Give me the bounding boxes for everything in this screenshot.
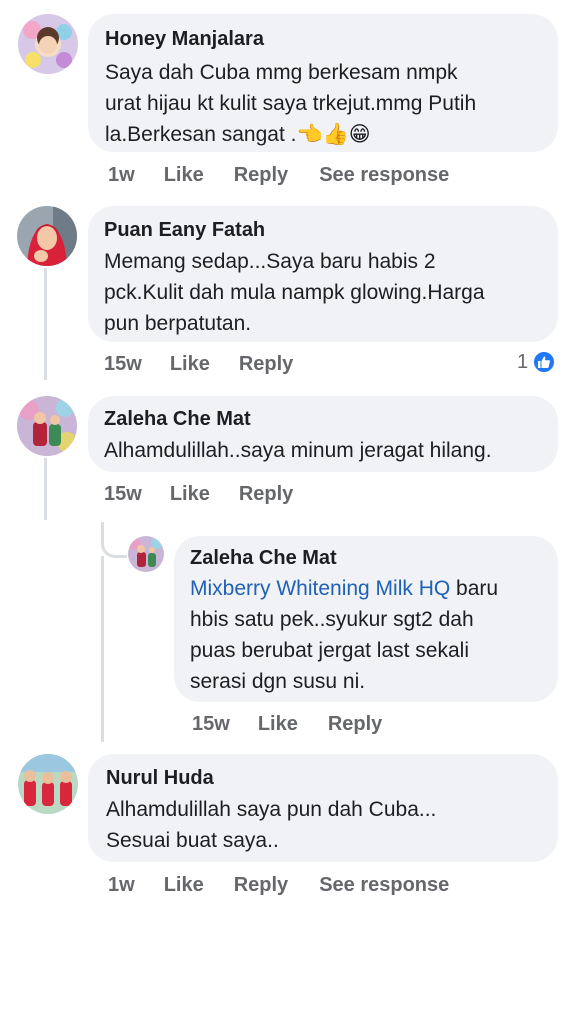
comment-actions: 15w Like Reply <box>104 353 293 376</box>
thread-line <box>44 268 47 380</box>
avatar[interactable] <box>18 754 78 814</box>
comment-author[interactable]: Puan Eany Fatah <box>104 219 265 242</box>
reply-line: hbis satu pek..syukur sgt2 dah <box>190 608 474 631</box>
comment-text: Alhamdulillah saya pun dah Cuba... Sesua… <box>106 794 436 856</box>
comment-line: pun berpatutan. <box>104 312 252 335</box>
comment-timestamp[interactable]: 15w <box>104 353 142 376</box>
reply-button[interactable]: Reply <box>239 353 293 376</box>
comment-line: Memang sedap...Saya baru habis 2 <box>104 250 436 273</box>
reply-button[interactable]: Reply <box>234 164 288 187</box>
comment-line: Alhamdulillah saya pun dah Cuba... <box>106 798 437 821</box>
reply-button[interactable]: Reply <box>328 713 382 736</box>
comment-author[interactable]: Nurul Huda <box>106 767 214 790</box>
avatar[interactable] <box>128 536 164 572</box>
reaction-summary[interactable]: 1 <box>517 350 557 374</box>
comment-line: Sesuai buat saya.. <box>106 829 279 852</box>
see-response-button[interactable]: See response <box>319 164 449 187</box>
see-response-button[interactable]: See response <box>319 874 449 897</box>
reply-first-line: Mixberry Whitening Milk HQ baru <box>190 573 498 604</box>
comment-line: urat hijau kt kulit saya trkejut.mmg Put… <box>105 92 477 115</box>
reply-line: serasi dgn susu ni. <box>190 670 366 693</box>
reply-actions: 15w Like Reply <box>192 713 382 736</box>
like-button[interactable]: Like <box>258 713 298 736</box>
avatar[interactable] <box>18 14 78 74</box>
comment-line: Alhamdulillah..saya minum jeragat hilang… <box>104 439 492 462</box>
reply-timestamp[interactable]: 15w <box>192 713 230 736</box>
mention-link[interactable]: Mixberry Whitening Milk HQ <box>190 577 450 600</box>
like-button[interactable]: Like <box>164 874 204 897</box>
comment-text: Alhamdulillah..saya minum jeragat hilang… <box>104 435 492 466</box>
avatar[interactable] <box>17 206 77 266</box>
reply-button[interactable]: Reply <box>234 874 288 897</box>
comment-author[interactable]: Honey Manjalara <box>105 28 264 51</box>
comment-actions: 15w Like Reply <box>104 483 293 506</box>
comment-timestamp[interactable]: 1w <box>108 164 135 187</box>
comment-line: Saya dah Cuba mmg berkesam nmpk <box>105 61 458 84</box>
comment-actions: 1w Like Reply See response <box>108 164 449 187</box>
avatar[interactable] <box>17 396 77 456</box>
comment-text: Saya dah Cuba mmg berkesam nmpk urat hij… <box>105 57 476 150</box>
reply-line-rest: baru <box>450 577 499 600</box>
comment-author[interactable]: Zaleha Che Mat <box>104 408 251 431</box>
reply-text: Mixberry Whitening Milk HQ baru hbis sat… <box>190 573 498 697</box>
comment-actions: 1w Like Reply See response <box>108 874 449 897</box>
like-button[interactable]: Like <box>164 164 204 187</box>
comment-timestamp[interactable]: 15w <box>104 483 142 506</box>
like-button[interactable]: Like <box>170 483 210 506</box>
like-button[interactable]: Like <box>170 353 210 376</box>
reply-connector <box>101 522 127 558</box>
reply-author[interactable]: Zaleha Che Mat <box>190 547 337 570</box>
comment-line: pck.Kulit dah mula nampk glowing.Harga <box>104 281 485 304</box>
reaction-count: 1 <box>517 350 529 373</box>
comment-text: Memang sedap...Saya baru habis 2 pck.Kul… <box>104 246 485 339</box>
thread-line <box>101 556 104 742</box>
like-reaction-icon <box>532 350 557 374</box>
thread-line <box>44 458 47 520</box>
reply-button[interactable]: Reply <box>239 483 293 506</box>
reply-line: puas berubat jergat last sekali <box>190 639 469 662</box>
comment-line: la.Berkesan sangat .👈👍😁 <box>105 123 371 146</box>
comment-timestamp[interactable]: 1w <box>108 874 135 897</box>
